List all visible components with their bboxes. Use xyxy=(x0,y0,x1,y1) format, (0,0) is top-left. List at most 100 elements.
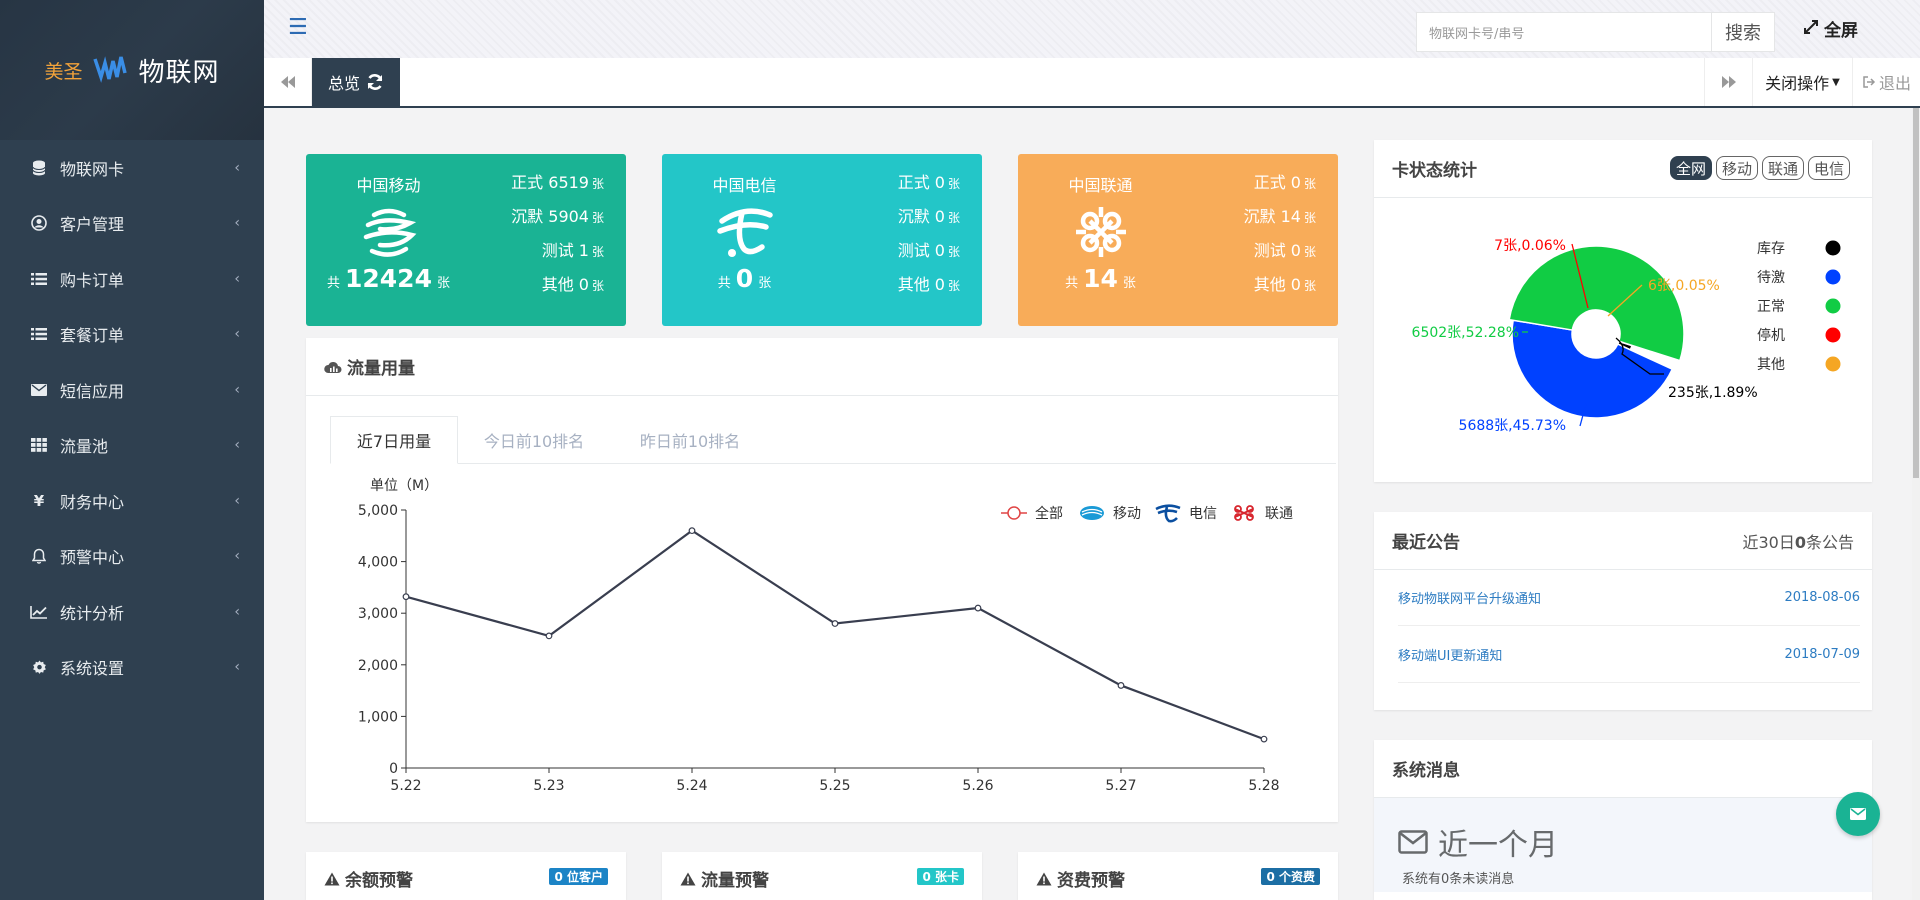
data-point[interactable] xyxy=(974,604,982,612)
sidebar-item-4[interactable]: 短信应用 ‹ xyxy=(0,362,264,418)
total-value: 0 xyxy=(735,264,754,293)
logo[interactable]: 美圣 物联网 xyxy=(0,0,264,140)
carrier-card-0[interactable]: 中国移动共 12424 张正式 6519 张沉默 5904 张测试 1 张其他 0张 xyxy=(306,154,626,326)
carrier-total: 共 14 张 xyxy=(1018,264,1183,293)
rose-legend-item[interactable]: 停机 xyxy=(1757,327,1841,344)
carrier-stat: 测试 0张 xyxy=(1244,240,1316,274)
rose-legend-item[interactable]: 其他 xyxy=(1757,356,1841,374)
stat-unit: 张 xyxy=(1303,211,1316,225)
sidebar-item-6[interactable]: ¥ 财务中心 ‹ xyxy=(0,473,264,529)
announcement-link[interactable]: 移动物联网平台升级通知 xyxy=(1398,588,1541,607)
close-operations-dropdown[interactable]: 关闭操作 ▼ xyxy=(1752,58,1852,106)
carrier-card-1[interactable]: 中国电信共 0 张正式 0 张沉默 0 张测试 0 张其他 0张 xyxy=(662,154,982,326)
carrier-stat: 沉默 5904 张 xyxy=(511,206,604,240)
traffic-tab-0[interactable]: 近7日用量 xyxy=(330,416,458,464)
slice-data-label: 6502张,52.28% xyxy=(1412,325,1519,341)
chevron-left-icon: ‹ xyxy=(234,159,240,176)
rose-legend-item[interactable]: 库存 xyxy=(1757,240,1841,258)
data-point[interactable] xyxy=(1117,682,1125,689)
data-point[interactable] xyxy=(831,620,839,627)
legend-label: 电信 xyxy=(1189,506,1217,522)
rose-legend-item[interactable]: 待激 xyxy=(1757,269,1841,286)
data-point[interactable] xyxy=(545,632,553,640)
traffic-tab-2[interactable]: 昨日前10排名 xyxy=(610,416,770,464)
carrier-stat: 其他 0张 xyxy=(511,274,604,308)
warning-card-0[interactable]: 余额预警 0 位客户 xyxy=(306,852,626,900)
sidebar-item-label: 系统设置 xyxy=(60,659,125,679)
announcement-date: 2018-07-09 xyxy=(1784,647,1860,662)
message-period-text: 近一个月 xyxy=(1438,828,1558,863)
sidebar-item-5[interactable]: 流量池 ‹ xyxy=(0,418,264,474)
menu-toggle-icon[interactable]: ☰ xyxy=(288,16,310,40)
x-tick-label: 5.28 xyxy=(1248,778,1279,794)
carrier-card-2[interactable]: 中国联通共 14 张正式 0 张沉默 14 张测试 0 张其他 0张 xyxy=(1018,154,1338,326)
traffic-tab-1[interactable]: 今日前10排名 xyxy=(458,416,610,464)
legend-item-3[interactable]: 联通 xyxy=(1234,505,1293,522)
sidebar-item-1[interactable]: 客户管理 ‹ xyxy=(0,196,264,252)
warning-card-1[interactable]: 流量预警 0 张卡 xyxy=(662,852,982,900)
carrier-total: 共 12424 张 xyxy=(306,264,471,293)
search-input[interactable]: 物联网卡号/串号 xyxy=(1416,12,1712,52)
announcement-item: 移动端UI更新通知 2018-07-09 xyxy=(1398,627,1860,683)
announcement-link[interactable]: 移动端UI更新通知 xyxy=(1398,645,1502,664)
system-messages-title: 系统消息 xyxy=(1374,740,1872,798)
chevron-left-icon: ‹ xyxy=(234,659,240,676)
sidebar-item-3[interactable]: 套餐订单 ‹ xyxy=(0,307,264,363)
sidebar-item-7[interactable]: 预警中心 ‹ xyxy=(0,529,264,585)
warning-title-text: 流量预警 xyxy=(701,871,769,891)
legend-item-2[interactable]: 电信 xyxy=(1155,504,1217,523)
list-icon xyxy=(30,270,48,288)
data-point[interactable] xyxy=(688,527,696,535)
status-filter-3[interactable]: 电信 xyxy=(1807,156,1850,180)
x-tick-label: 5.26 xyxy=(962,778,993,794)
system-messages-panel: 系统消息 近一个月 系统有0条未读消息 xyxy=(1374,740,1872,900)
warning-card-2[interactable]: 资费预警 0 个资费 xyxy=(1018,852,1338,900)
card-status-filters: 全网 移动 联通 电信 xyxy=(1669,156,1850,180)
grid-icon xyxy=(30,436,48,454)
warning-title-text: 余额预警 xyxy=(345,871,413,891)
legend-item-1[interactable]: 移动 xyxy=(1080,506,1141,522)
envelope-icon xyxy=(30,381,48,399)
data-point[interactable] xyxy=(402,593,410,601)
tabs-scroll-right-button[interactable] xyxy=(1704,58,1752,106)
sidebar-item-2[interactable]: 购卡订单 ‹ xyxy=(0,251,264,307)
carrier-name: 中国电信 xyxy=(712,176,777,195)
stat-unit: 张 xyxy=(591,211,604,225)
warning-title: 流量预警 xyxy=(680,866,769,891)
page-scrollbar-thumb[interactable] xyxy=(1913,108,1919,478)
legend-marker-icon xyxy=(1001,506,1027,520)
stat-label: 测试 xyxy=(1253,241,1286,260)
data-point[interactable] xyxy=(1260,735,1268,743)
status-filter-2[interactable]: 联通 xyxy=(1761,156,1804,180)
traffic-line-chart: 单位（M） 0 1,000 2,000 3,000 4,000 5,000 5.22 5.23 5… xyxy=(358,478,1293,794)
tabs-scroll-left-button[interactable] xyxy=(264,58,312,106)
carrier-stat: 沉默 14 张 xyxy=(1244,206,1316,240)
sidebar-item-label: 短信应用 xyxy=(60,381,125,401)
legend-label: 待激 xyxy=(1757,269,1785,286)
message-fab-button[interactable] xyxy=(1836,792,1880,836)
tab-overview[interactable]: 总览 xyxy=(312,58,400,106)
stat-label: 其他 xyxy=(897,275,930,294)
sidebar-item-9[interactable]: 系统设置 ‹ xyxy=(0,640,264,696)
refresh-icon[interactable] xyxy=(366,73,384,91)
carrier-stat: 沉默 0张 xyxy=(898,206,960,240)
sidebar-item-8[interactable]: 统计分析 ‹ xyxy=(0,584,264,640)
rose-legend-item[interactable]: 正常 xyxy=(1757,298,1841,316)
announcement-item: 移动物联网平台升级通知 2018-08-06 xyxy=(1398,570,1860,626)
status-filter-0[interactable]: 全网 xyxy=(1669,156,1712,180)
stat-label: 正式 xyxy=(897,173,930,192)
system-messages-title-text: 系统消息 xyxy=(1392,761,1460,781)
sidebar-menu: 物联网卡 ‹ 客户管理 ‹ 购卡订单 ‹ 套餐订单 ‹ 短信应用 ‹ 流量池 ‹ ¥ 财务中心 ‹ 预警中心 ‹… xyxy=(0,140,264,695)
logout-button[interactable]: 退出 xyxy=(1852,58,1920,106)
y-tick-label: 2,000 xyxy=(358,658,398,674)
total-prefix: 共 xyxy=(717,276,731,291)
list-icon xyxy=(30,325,48,343)
announcement-date: 2018-08-06 xyxy=(1784,590,1860,605)
backward-icon xyxy=(280,76,295,88)
search-button[interactable]: 搜索 xyxy=(1711,12,1775,52)
sidebar-item-0[interactable]: 物联网卡 ‹ xyxy=(0,140,264,196)
fullscreen-button[interactable]: 全屏 xyxy=(1804,16,1858,41)
legend-item-0[interactable]: 全部 xyxy=(1001,505,1063,522)
status-filter-1[interactable]: 移动 xyxy=(1715,156,1758,180)
legend-label: 库存 xyxy=(1757,241,1785,257)
